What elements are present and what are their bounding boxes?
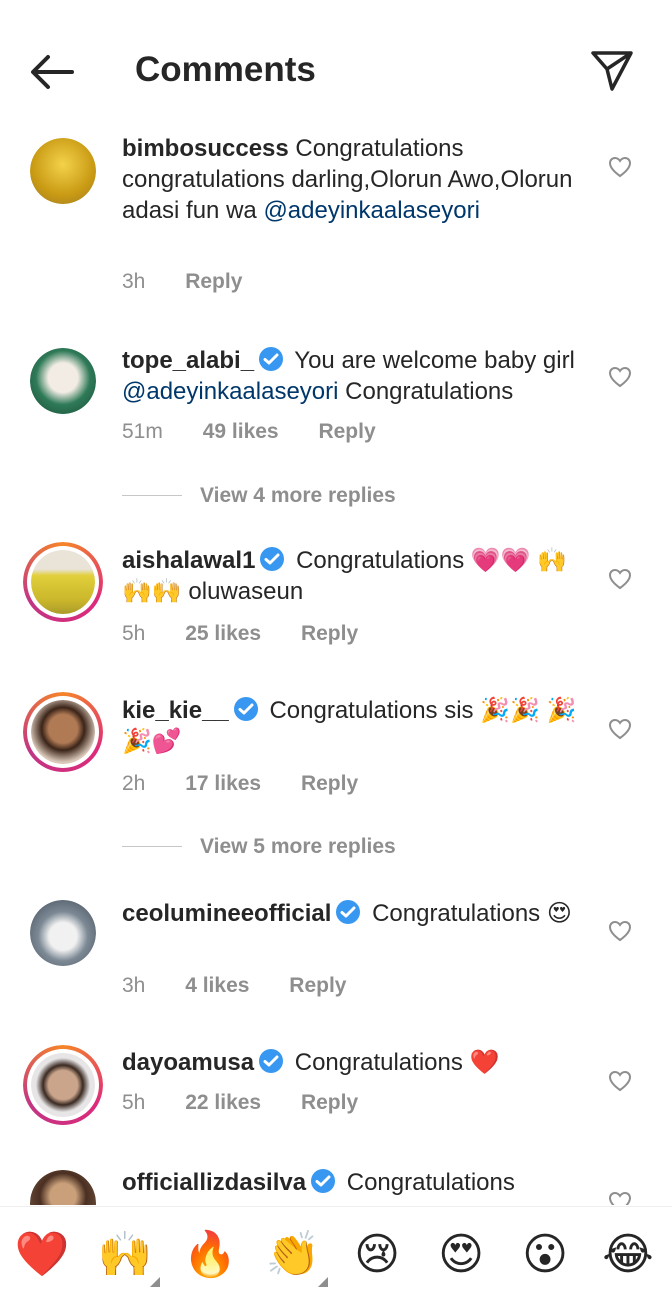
like-heart-icon[interactable] (608, 920, 632, 942)
top-bar: Comments (0, 0, 672, 140)
comment-text: Congratulations ❤️ (294, 1049, 500, 1076)
comment-username[interactable]: bimbosuccess (122, 135, 289, 162)
emoji-reaction-bar: ❤️ 🙌 🔥 👏 😢 😍 😮 😂 (0, 1206, 672, 1304)
comment-list[interactable]: bimbosuccess Congratulations congratulat… (0, 130, 672, 1205)
send-icon[interactable] (590, 50, 634, 92)
avatar[interactable] (23, 692, 103, 772)
like-heart-icon[interactable] (608, 718, 632, 740)
reply-button[interactable]: Reply (318, 420, 375, 443)
avatar[interactable] (30, 348, 96, 414)
like-count[interactable]: 25 likes (185, 622, 261, 645)
variant-indicator-icon (318, 1277, 328, 1287)
view-more-replies[interactable]: View 4 more replies (122, 484, 396, 508)
page-title: Comments (135, 50, 316, 89)
verified-badge-icon (259, 347, 284, 371)
like-heart-icon[interactable] (608, 366, 632, 388)
avatar[interactable] (23, 1045, 103, 1125)
emoji-raised-hands[interactable]: 🙌 (97, 1227, 153, 1283)
comment-text: Congratulations (346, 1169, 515, 1196)
reply-button[interactable]: Reply (301, 622, 358, 645)
emoji-crying-face[interactable]: 😢 (349, 1227, 405, 1283)
comment-username[interactable]: officiallizdasilva (122, 1169, 306, 1196)
comment-text: Congratulations 😍 (372, 900, 572, 927)
avatar[interactable] (30, 900, 96, 966)
variant-indicator-icon (150, 1277, 160, 1287)
verified-badge-icon (233, 697, 258, 721)
view-more-replies[interactable]: View 5 more replies (122, 835, 396, 859)
reply-button[interactable]: Reply (289, 974, 346, 997)
comment-mention[interactable]: @adeyinkaalaseyori (122, 378, 338, 405)
comment-username[interactable]: ceolumineeofficial (122, 900, 331, 927)
back-arrow-icon[interactable] (28, 52, 76, 92)
comment-username[interactable]: kie_kie__ (122, 697, 229, 724)
verified-badge-icon (259, 1049, 284, 1073)
emoji-fire[interactable]: 🔥 (182, 1227, 238, 1283)
comment-mention[interactable]: @adeyinkaalaseyori (263, 197, 479, 224)
like-count[interactable]: 17 likes (185, 772, 261, 795)
comment-time: 3h (122, 270, 146, 293)
comment-username[interactable]: tope_alabi_ (122, 347, 254, 374)
reply-button[interactable]: Reply (301, 1091, 358, 1114)
like-heart-icon[interactable] (608, 568, 632, 590)
verified-badge-icon (336, 900, 361, 924)
emoji-heart-eyes[interactable]: 😍 (433, 1227, 489, 1283)
comment-time: 2h (122, 772, 146, 795)
comment-username[interactable]: dayoamusa (122, 1049, 254, 1076)
comment-time: 3h (122, 974, 146, 997)
divider (122, 495, 182, 496)
reply-button[interactable]: Reply (301, 772, 358, 795)
avatar[interactable] (23, 542, 103, 622)
like-heart-icon[interactable] (608, 1070, 632, 1092)
divider (122, 846, 182, 847)
comment-username[interactable]: aishalawal1 (122, 547, 255, 574)
verified-badge-icon (260, 547, 285, 571)
avatar[interactable] (30, 138, 96, 204)
like-heart-icon[interactable] (608, 1191, 632, 1205)
like-heart-icon[interactable] (608, 156, 632, 178)
like-count[interactable]: 4 likes (185, 974, 249, 997)
comment-time: 5h (122, 622, 146, 645)
emoji-surprised-face[interactable]: 😮 (517, 1227, 573, 1283)
emoji-tears-of-joy[interactable]: 😂 (600, 1227, 656, 1283)
comment-text-after: Congratulations (345, 378, 514, 405)
reply-button[interactable]: Reply (185, 270, 242, 293)
comment-time: 51m (122, 420, 163, 443)
emoji-clapping-hands[interactable]: 👏 (265, 1227, 321, 1283)
verified-badge-icon (311, 1169, 336, 1193)
comment-time: 5h (122, 1091, 146, 1114)
like-count[interactable]: 49 likes (203, 420, 279, 443)
comment-text: You are welcome baby girl (294, 347, 575, 374)
emoji-heart[interactable]: ❤️ (14, 1227, 70, 1283)
avatar[interactable] (30, 1170, 96, 1205)
like-count[interactable]: 22 likes (185, 1091, 261, 1114)
